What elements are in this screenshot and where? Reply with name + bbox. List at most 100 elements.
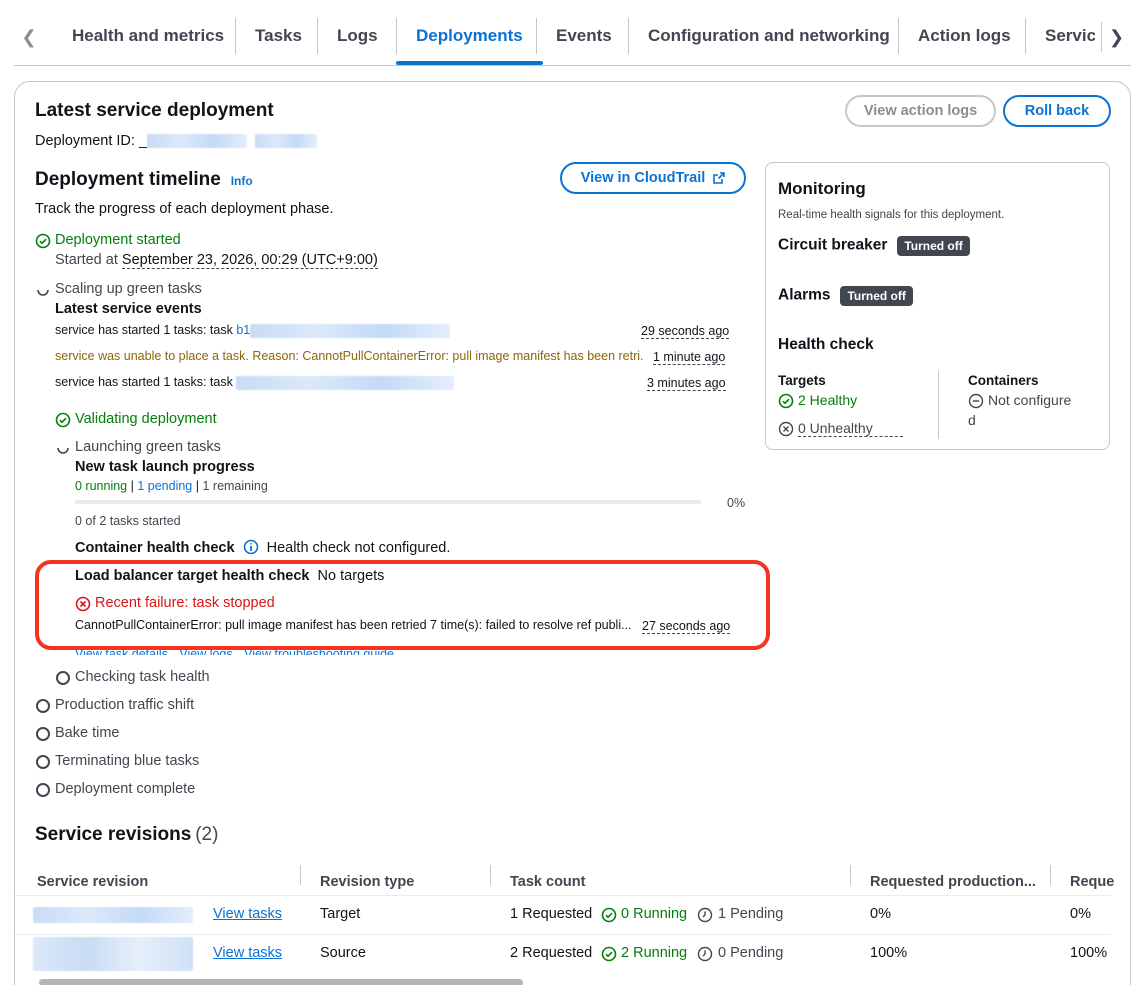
- service-event-1-text: service has started 1 tasks: task: [55, 323, 233, 337]
- service-event-2-time: 1 minute ago: [653, 350, 726, 365]
- step-validating-deployment: Validating deployment: [75, 411, 217, 427]
- count-separator: |: [195, 479, 199, 493]
- check-circle-icon: [35, 233, 51, 249]
- info-link[interactable]: Info: [231, 174, 253, 188]
- view-tasks-link[interactable]: View tasks: [213, 945, 282, 961]
- tab-deployments[interactable]: Deployments: [396, 18, 543, 65]
- pending-step-icon: [36, 727, 50, 741]
- clock-icon: [697, 946, 713, 962]
- requested-count: 2 Requested: [510, 945, 593, 961]
- service-revisions-header: Service revisions (2): [35, 824, 218, 846]
- check-circle-icon: [55, 412, 71, 428]
- spinner-icon: [57, 447, 69, 454]
- revision-type: Target: [320, 906, 361, 922]
- started-at-value: September 23, 2026, 00:29 (UTC+9:00): [121, 252, 378, 269]
- service-event-1: service has started 1 tasks: task b1: [55, 323, 451, 338]
- service-event-3-text: service has started 1 tasks: task: [55, 375, 233, 389]
- circuit-breaker-label: Circuit breaker: [778, 236, 888, 254]
- deployment-card: Latest service deployment Deployment ID:…: [14, 81, 1131, 985]
- step-checking-task-health: Checking task health: [75, 669, 210, 685]
- check-circle-icon: [778, 393, 794, 409]
- containers-label: Containers: [968, 373, 1039, 388]
- health-divider: [938, 371, 939, 439]
- check-circle-icon: [601, 907, 617, 923]
- tab-events[interactable]: Events: [536, 18, 632, 54]
- healthy-count: 2 Healthy: [798, 392, 858, 408]
- pending-step-icon: [36, 755, 50, 769]
- requested-percent: 0%: [1070, 906, 1091, 922]
- running-count: 2 Running: [621, 945, 688, 961]
- service-event-1-task-link[interactable]: b1: [236, 323, 250, 337]
- task-id-redacted: [250, 323, 451, 338]
- column-divider: [490, 865, 491, 885]
- step-deployment-complete: Deployment complete: [55, 781, 196, 797]
- service-event-3: service has started 1 tasks: task: [55, 375, 455, 390]
- alarms-label: Alarms: [778, 286, 831, 304]
- x-circle-icon: [778, 421, 794, 437]
- tab-action-logs[interactable]: Action logs: [898, 18, 1031, 54]
- monitoring-title: Monitoring: [778, 179, 866, 198]
- requested-production-percent: 100%: [870, 945, 908, 961]
- service-event-3-time: 3 minutes ago: [647, 376, 726, 391]
- chevron-right-icon[interactable]: ❯: [1101, 22, 1131, 52]
- circuit-breaker: Circuit breaker Turned off: [778, 236, 970, 256]
- pending-count: 0 Pending: [718, 945, 784, 961]
- column-divider: [850, 865, 851, 885]
- check-circle-icon: [601, 946, 617, 962]
- alarms: Alarms Turned off: [778, 286, 913, 306]
- service-event-2: service was unable to place a task. Reas…: [55, 349, 643, 363]
- horizontal-scrollbar[interactable]: [39, 979, 523, 985]
- clock-icon: [697, 907, 713, 923]
- pending-step-icon: [36, 699, 50, 713]
- chevron-left-icon[interactable]: ❮: [14, 22, 44, 52]
- tab-configuration-and-networking[interactable]: Configuration and networking: [628, 18, 910, 54]
- tasks-started: 0 of 2 tasks started: [75, 514, 181, 528]
- revision-type: Source: [320, 945, 366, 961]
- monitoring-description: Real-time health signals for this deploy…: [778, 209, 1005, 221]
- service-event-1-time: 29 seconds ago: [641, 324, 730, 339]
- step-bake-time: Bake time: [55, 725, 120, 741]
- service-revisions-count: (2): [195, 824, 219, 845]
- roll-back-button[interactable]: Roll back: [1003, 95, 1111, 127]
- step-scaling-up-green-tasks: Scaling up green tasks: [55, 281, 202, 297]
- tab-service[interactable]: Service: [1025, 18, 1095, 54]
- deployment-id-label: Deployment ID:: [35, 133, 135, 149]
- table-row: View tasks Source 2 Requested 2 Running …: [15, 934, 1111, 973]
- failure-highlight-box: [35, 560, 770, 650]
- view-in-cloudtrail-button[interactable]: View in CloudTrail: [560, 162, 746, 194]
- timeline-title: Deployment timeline: [35, 169, 221, 190]
- timeline-header: Deployment timeline Info: [35, 169, 253, 191]
- column-divider: [1050, 865, 1051, 885]
- tab-health-and-metrics[interactable]: Health and metrics: [52, 18, 244, 54]
- revision-name-redacted: [33, 907, 193, 923]
- deployment-id-redacted: [147, 134, 248, 149]
- unhealthy-count: 0 Unhealthy: [798, 420, 903, 437]
- containers-value-wrap: d: [968, 412, 976, 428]
- timeline-description: Track the progress of each deployment ph…: [35, 201, 334, 217]
- started-at-label: Started at: [55, 252, 118, 268]
- health-check-title: Health check: [778, 336, 874, 353]
- alarms-badge: Turned off: [840, 286, 913, 306]
- running-count: 0 Running: [621, 906, 688, 922]
- table-row: View tasks Target 1 Requested 0 Running …: [15, 895, 1111, 934]
- remaining-count: 1 remaining: [202, 479, 268, 493]
- task-id-redacted-2: [236, 375, 455, 390]
- pending-step-icon: [36, 783, 50, 797]
- launch-progress-percent: 0%: [727, 496, 746, 510]
- deployment-id-redacted-2: [255, 134, 318, 149]
- view-action-logs-button[interactable]: View action logs: [845, 95, 996, 127]
- container-health-label: Container health check: [75, 540, 235, 556]
- tab-tasks[interactable]: Tasks: [235, 18, 322, 54]
- column-divider: [300, 865, 301, 885]
- new-task-launch-progress-title: New task launch progress: [75, 459, 255, 475]
- view-tasks-link[interactable]: View tasks: [213, 906, 282, 922]
- view-in-cloudtrail-label: View in CloudTrail: [580, 170, 706, 186]
- launch-progress-counts: 0 running | 1 pending | 1 remaining: [75, 479, 268, 493]
- container-health-value: Health check not configured.: [266, 540, 451, 556]
- containers-value: Not configure: [988, 392, 1072, 408]
- tab-logs[interactable]: Logs: [317, 18, 398, 54]
- spinner-icon: [37, 289, 49, 296]
- container-health-check: Container health check Health check not …: [75, 539, 450, 556]
- requested-percent: 100%: [1070, 945, 1108, 961]
- pending-step-icon: [56, 671, 70, 685]
